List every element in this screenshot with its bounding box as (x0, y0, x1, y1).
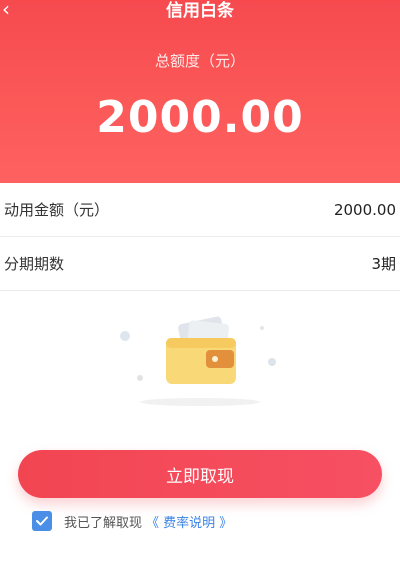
installment-label: 分期期数 (4, 255, 65, 273)
withdraw-amount-value: 2000.00 (333, 200, 396, 219)
withdraw-now-button[interactable]: 立即取现 (18, 450, 382, 498)
installment-value: 3期 (371, 255, 396, 273)
agreement: 我已了解取现 《 费率说明 》 (32, 510, 232, 532)
hero-banner: ‹ 信用白条 总额度（元） 2000.00 (0, 0, 400, 183)
page-title: 信用白条 (166, 1, 234, 21)
check-icon (36, 516, 48, 526)
agreement-checkbox[interactable] (32, 511, 52, 531)
fee-rate-link[interactable]: 《 费率说明 》 (146, 512, 232, 531)
total-limit-amount: 2000.00 (96, 92, 304, 143)
total-limit-label: 总额度（元） (154, 52, 245, 70)
wallet-icon (120, 316, 276, 406)
withdraw-amount-row[interactable]: 动用金额（元） 2000.00 (0, 183, 400, 237)
installment-row[interactable]: 分期期数 3期 (0, 237, 400, 291)
withdraw-amount-label: 动用金额（元） (4, 201, 110, 219)
agreement-text: 我已了解取现 (64, 515, 143, 531)
footer-partial (0, 560, 400, 571)
